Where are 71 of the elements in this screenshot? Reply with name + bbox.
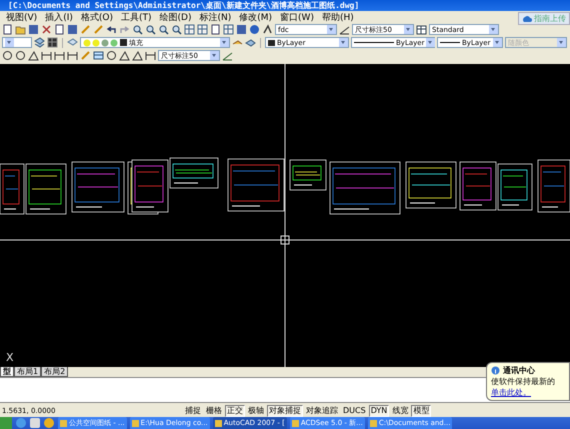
status-toggle[interactable]: DUCS [341,404,368,416]
status-toggle[interactable]: 对象追踪 [304,404,340,416]
grid-icon[interactable] [47,37,58,48]
menu-item[interactable]: 绘图(D) [158,10,194,24]
menu-item[interactable]: 标注(N) [197,10,234,24]
status-toggle[interactable]: 线宽 [390,404,410,416]
quick-launch-icons[interactable] [15,417,55,429]
dimension-icon[interactable] [54,50,65,61]
table-icon[interactable] [416,24,427,35]
dimension-icon[interactable] [339,24,350,35]
layout-tab[interactable]: 型 [0,367,14,377]
dimension-icon[interactable] [145,50,156,61]
grid-icon[interactable] [223,24,234,35]
layer-state-icons [83,38,127,48]
undo-arrow-icon[interactable] [106,24,117,35]
status-toggle[interactable]: 捕捉 [183,404,203,416]
menu-item[interactable]: 窗口(W) [278,10,316,24]
color-swatch-icon [268,40,275,46]
balloon-link[interactable]: 单击此处。 [491,388,531,397]
layers-icon[interactable] [245,37,256,48]
start-button[interactable] [0,417,12,429]
window-icon [292,420,299,426]
window-icon [132,420,139,426]
triangle-icon[interactable] [119,50,130,61]
window-icon [214,420,222,426]
balloon-message: 使软件保持最新的 [491,376,556,387]
layout-tab[interactable]: 布局1 [14,367,42,377]
grid-icon[interactable] [184,24,195,35]
balloon-title: 通讯中心 [503,365,535,376]
dimension-icon[interactable] [41,50,52,61]
magnifier-icon[interactable] [132,24,143,35]
page-icon[interactable] [210,24,221,35]
layers-icon[interactable] [34,37,45,48]
info-icon [491,366,500,375]
line-sample-icon [440,42,460,43]
magnifier-icon[interactable] [158,24,169,35]
window-title: [C:\Documents and Settings\Administrator\桌面\新建文件夹\酒博高档施工图纸.dwg] [8,0,360,11]
menu-item[interactable]: 视图(V) [4,10,40,24]
cloud-icon [522,14,532,23]
status-toggle[interactable]: 栅格 [204,404,224,416]
menu-item[interactable]: 帮助(H) [320,10,356,24]
page-icon[interactable] [2,24,13,35]
status-toggle[interactable]: 极轴 [246,404,266,416]
window-icon [370,420,377,426]
circle-icon[interactable] [15,50,26,61]
dimension-icon[interactable] [222,50,233,61]
menu-item[interactable]: 修改(M) [237,10,274,24]
status-toggle[interactable]: 对象捕捉 [267,404,303,416]
circle-icon[interactable] [106,50,117,61]
drawing-canvas[interactable]: X [0,64,570,367]
status-toggle[interactable]: 模型 [411,404,432,416]
window-icon [60,420,67,426]
folder-icon[interactable] [15,24,26,35]
magnifier-icon[interactable] [171,24,182,35]
grid-icon[interactable] [93,50,104,61]
layers-icon[interactable] [67,37,78,48]
menu-item[interactable]: 工具(T) [118,10,154,24]
circle-icon[interactable] [2,50,13,61]
triangle-icon[interactable] [132,50,143,61]
page-icon[interactable] [54,24,65,35]
line-sample-icon [354,42,394,43]
triangle-icon[interactable] [28,50,39,61]
status-toggle[interactable]: 正交 [225,404,245,416]
status-toggle[interactable]: DYN [368,404,390,416]
grid-icon[interactable] [197,24,208,35]
menu-item[interactable]: 插入(I) [43,10,75,24]
ucs-axis-label: X [6,351,14,364]
menu-item[interactable]: 格式(O) [78,10,115,24]
layout-tab[interactable]: 布局2 [41,367,68,377]
magnifier-icon[interactable] [145,24,156,35]
dimension-icon[interactable] [67,50,78,61]
